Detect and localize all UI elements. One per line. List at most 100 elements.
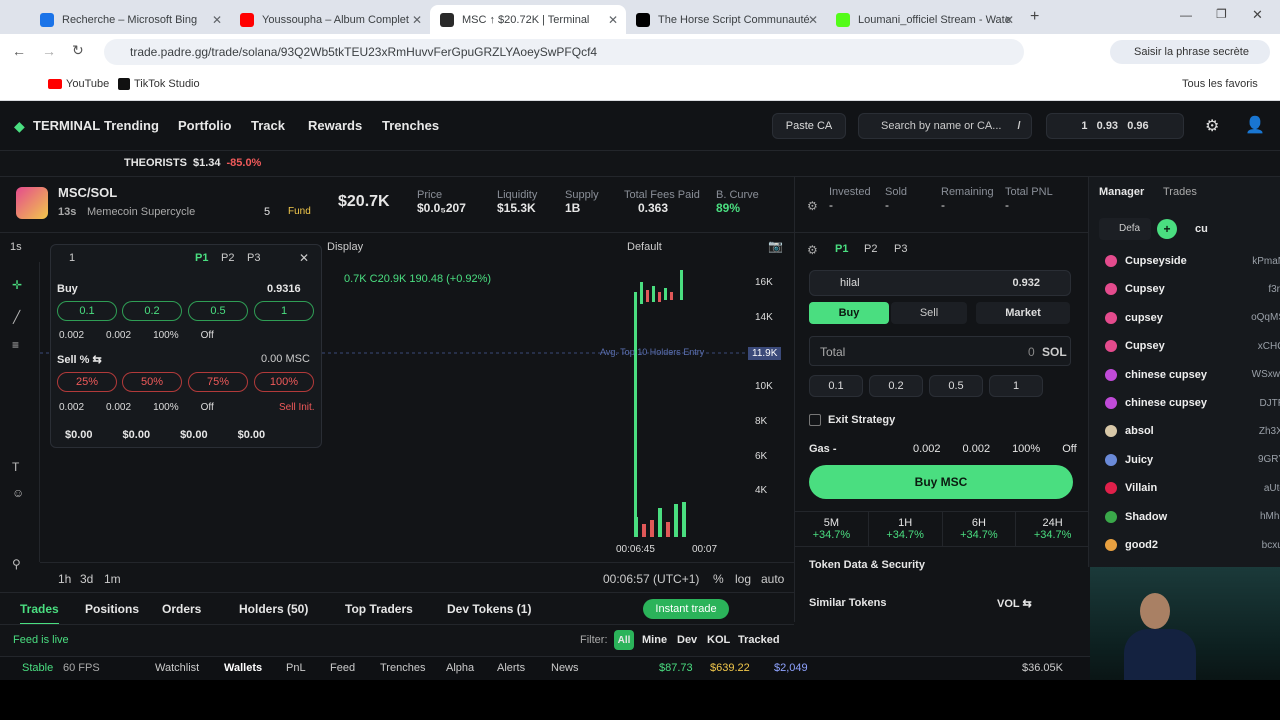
close-icon[interactable]: ✕ <box>299 251 309 265</box>
close-icon[interactable]: ✕ <box>808 13 818 27</box>
reload-icon[interactable]: ↻ <box>72 42 84 59</box>
quick-tab-count[interactable]: 1 <box>69 252 75 264</box>
paste-ca-button[interactable]: Paste CA <box>772 113 846 139</box>
manager-row[interactable]: Shadow hMhe <box>1105 503 1280 531</box>
manager-row[interactable]: Cupsey f3rx <box>1105 275 1280 303</box>
filter-tracked[interactable]: Tracked <box>738 634 780 646</box>
manager-row[interactable]: Cupseyside kPmaN <box>1105 247 1280 275</box>
manager-row[interactable]: absol Zh3Xl <box>1105 417 1280 445</box>
nav-trenches[interactable]: Trenches <box>382 101 439 151</box>
manager-row[interactable]: Juicy 9GRY <box>1105 446 1280 474</box>
nav-portfolio[interactable]: Portfolio <box>178 101 231 151</box>
close-icon[interactable]: ✕ <box>608 13 618 27</box>
manager-row[interactable]: good2 bcxui <box>1105 531 1280 559</box>
logo-text[interactable]: TERMINAL <box>33 101 100 151</box>
tab-dev-tokens[interactable]: Dev Tokens (1) <box>447 602 531 616</box>
browser-tab[interactable]: Recherche – Microsoft Bing ✕ <box>30 5 230 34</box>
text-icon[interactable]: T <box>12 460 19 474</box>
display-button[interactable]: Display <box>327 241 363 253</box>
tab-top-traders[interactable]: Top Traders <box>345 602 413 616</box>
quick-buy-0-2[interactable]: 0.2 <box>122 301 182 321</box>
total-input[interactable]: Total 0 SOL <box>809 336 1071 366</box>
filter-mine[interactable]: Mine <box>642 634 667 646</box>
instant-trade-button[interactable]: Instant trade <box>643 599 729 619</box>
manager-trades[interactable]: Trades <box>1163 186 1197 198</box>
minimize-icon[interactable]: — <box>1180 8 1192 22</box>
browser-tab-active[interactable]: MSC ↑ $20.72K | Terminal ✕ <box>430 5 626 34</box>
auto-toggle[interactable]: auto <box>761 572 784 586</box>
forward-icon[interactable]: → <box>42 43 56 59</box>
quick-buy-0-1[interactable]: 0.1 <box>57 301 117 321</box>
layout-selector[interactable]: Default <box>627 241 662 253</box>
preset-p1[interactable]: P1 <box>195 252 208 264</box>
status-news[interactable]: News <box>551 662 579 674</box>
range-1h[interactable]: 1h <box>58 572 71 586</box>
gear-icon[interactable]: ⚙ <box>1205 116 1219 136</box>
tab-trades[interactable]: Trades <box>20 602 59 625</box>
lines-icon[interactable]: ≡ <box>12 338 19 352</box>
quick-sell-75[interactable]: 75% <box>188 372 248 392</box>
status-feed[interactable]: Feed <box>330 662 355 674</box>
status-alerts[interactable]: Alerts <box>497 662 525 674</box>
preset-p3[interactable]: P3 <box>247 252 260 264</box>
preset-p1[interactable]: P1 <box>835 243 848 255</box>
search-input[interactable]: Search by name or CA... / <box>858 113 1032 139</box>
amount-1[interactable]: 1 <box>989 375 1043 397</box>
manager-search[interactable]: cu <box>1195 223 1208 235</box>
similar-tokens-toggle[interactable]: Similar Tokens <box>809 597 886 609</box>
status-wallets[interactable]: Wallets <box>224 662 262 674</box>
status-watchlist[interactable]: Watchlist <box>155 662 199 674</box>
filter-kol[interactable]: KOL <box>707 634 730 646</box>
emoji-icon[interactable]: ☺ <box>12 486 24 500</box>
filter-select[interactable]: Defa <box>1099 218 1151 240</box>
filter-dev[interactable]: Dev <box>677 634 697 646</box>
fund-badge[interactable]: Fund <box>288 206 311 217</box>
token-security-toggle[interactable]: Token Data & Security <box>809 559 925 571</box>
nav-trending[interactable]: Trending <box>104 101 159 151</box>
buy-msc-button[interactable]: Buy MSC <box>809 465 1073 499</box>
range-3d[interactable]: 3d <box>80 572 93 586</box>
manager-row[interactable]: Villain aUtq <box>1105 474 1280 502</box>
window-close-icon[interactable]: ✕ <box>1252 7 1263 23</box>
tab-holders[interactable]: Holders (50) <box>239 602 308 616</box>
profile-button[interactable]: Saisir la phrase secrète <box>1110 40 1270 64</box>
manager-row[interactable]: chinese cupsey WSxwy <box>1105 361 1280 389</box>
amount-0-1[interactable]: 0.1 <box>809 375 863 397</box>
ticker-item[interactable]: THEORISTS $1.34 -85.0% <box>124 157 261 169</box>
bookmark-youtube[interactable]: YouTube <box>48 78 109 90</box>
quick-sell-100[interactable]: 100% <box>254 372 314 392</box>
tab-orders[interactable]: Orders <box>162 602 201 616</box>
log-toggle[interactable]: log <box>735 572 751 586</box>
nav-rewards[interactable]: Rewards <box>308 101 362 151</box>
amount-0-5[interactable]: 0.5 <box>929 375 983 397</box>
quick-sell-25[interactable]: 25% <box>57 372 117 392</box>
manager-title[interactable]: Manager <box>1099 186 1144 198</box>
wallet-select[interactable]: hilal 0.932 <box>809 270 1071 296</box>
back-icon[interactable]: ← <box>12 43 26 59</box>
percent-toggle[interactable]: % <box>713 572 724 586</box>
nav-track[interactable]: Track <box>251 101 285 151</box>
browser-tab[interactable]: Loumani_officiel Stream - Wate ✕ <box>826 5 1022 34</box>
trendline-icon[interactable]: ╱ <box>13 310 20 324</box>
close-icon[interactable]: ✕ <box>412 13 422 27</box>
browser-tab[interactable]: The Horse Script Communauté ✕ <box>626 5 826 34</box>
amount-0-2[interactable]: 0.2 <box>869 375 923 397</box>
url-input[interactable]: trade.padre.gg/trade/solana/93Q2Wb5tkTEU… <box>104 39 1024 65</box>
maximize-icon[interactable]: ❐ <box>1216 7 1227 21</box>
interval-selector[interactable]: 1s <box>10 241 22 253</box>
order-type-select[interactable]: Market <box>976 302 1070 324</box>
filter-all[interactable]: All <box>614 630 634 650</box>
preset-p2[interactable]: P2 <box>221 252 234 264</box>
camera-icon[interactable]: 📷 <box>768 239 783 253</box>
gas-settings[interactable]: 0.002 0.002 100% Off <box>913 443 1077 455</box>
new-tab-icon[interactable]: + <box>1030 8 1039 26</box>
exit-strategy-checkbox[interactable] <box>809 414 821 426</box>
quick-sell-50[interactable]: 50% <box>122 372 182 392</box>
buy-tab[interactable]: Buy <box>809 302 889 324</box>
manager-row[interactable]: chinese cupsey DJTR <box>1105 389 1280 417</box>
all-bookmarks[interactable]: Tous les favoris <box>1182 78 1258 90</box>
range-1m[interactable]: 1m <box>104 572 121 586</box>
add-icon[interactable]: + <box>1157 219 1177 239</box>
manager-row[interactable]: Cupsey xCHQ <box>1105 332 1280 360</box>
status-trenches[interactable]: Trenches <box>380 662 425 674</box>
